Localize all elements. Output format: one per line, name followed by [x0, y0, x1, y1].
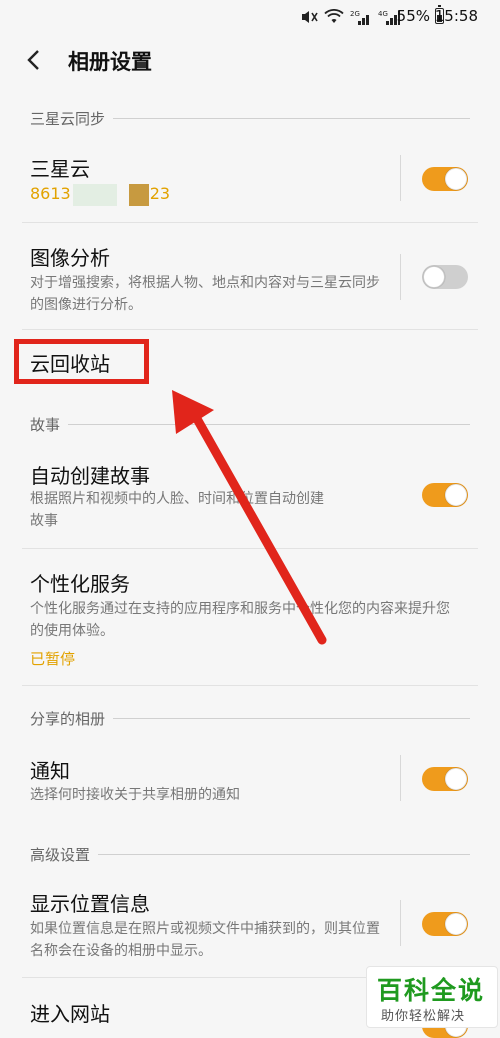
watermark-title: 百科全说 [377, 976, 486, 1005]
arrow-head [172, 390, 214, 434]
annotation-arrow [172, 390, 327, 645]
watermark-subtitle: 助你轻松解决 [381, 1009, 466, 1024]
watermark-logo: 百科全说 助你轻松解决 [366, 966, 498, 1028]
arrow-shaft [187, 405, 327, 645]
